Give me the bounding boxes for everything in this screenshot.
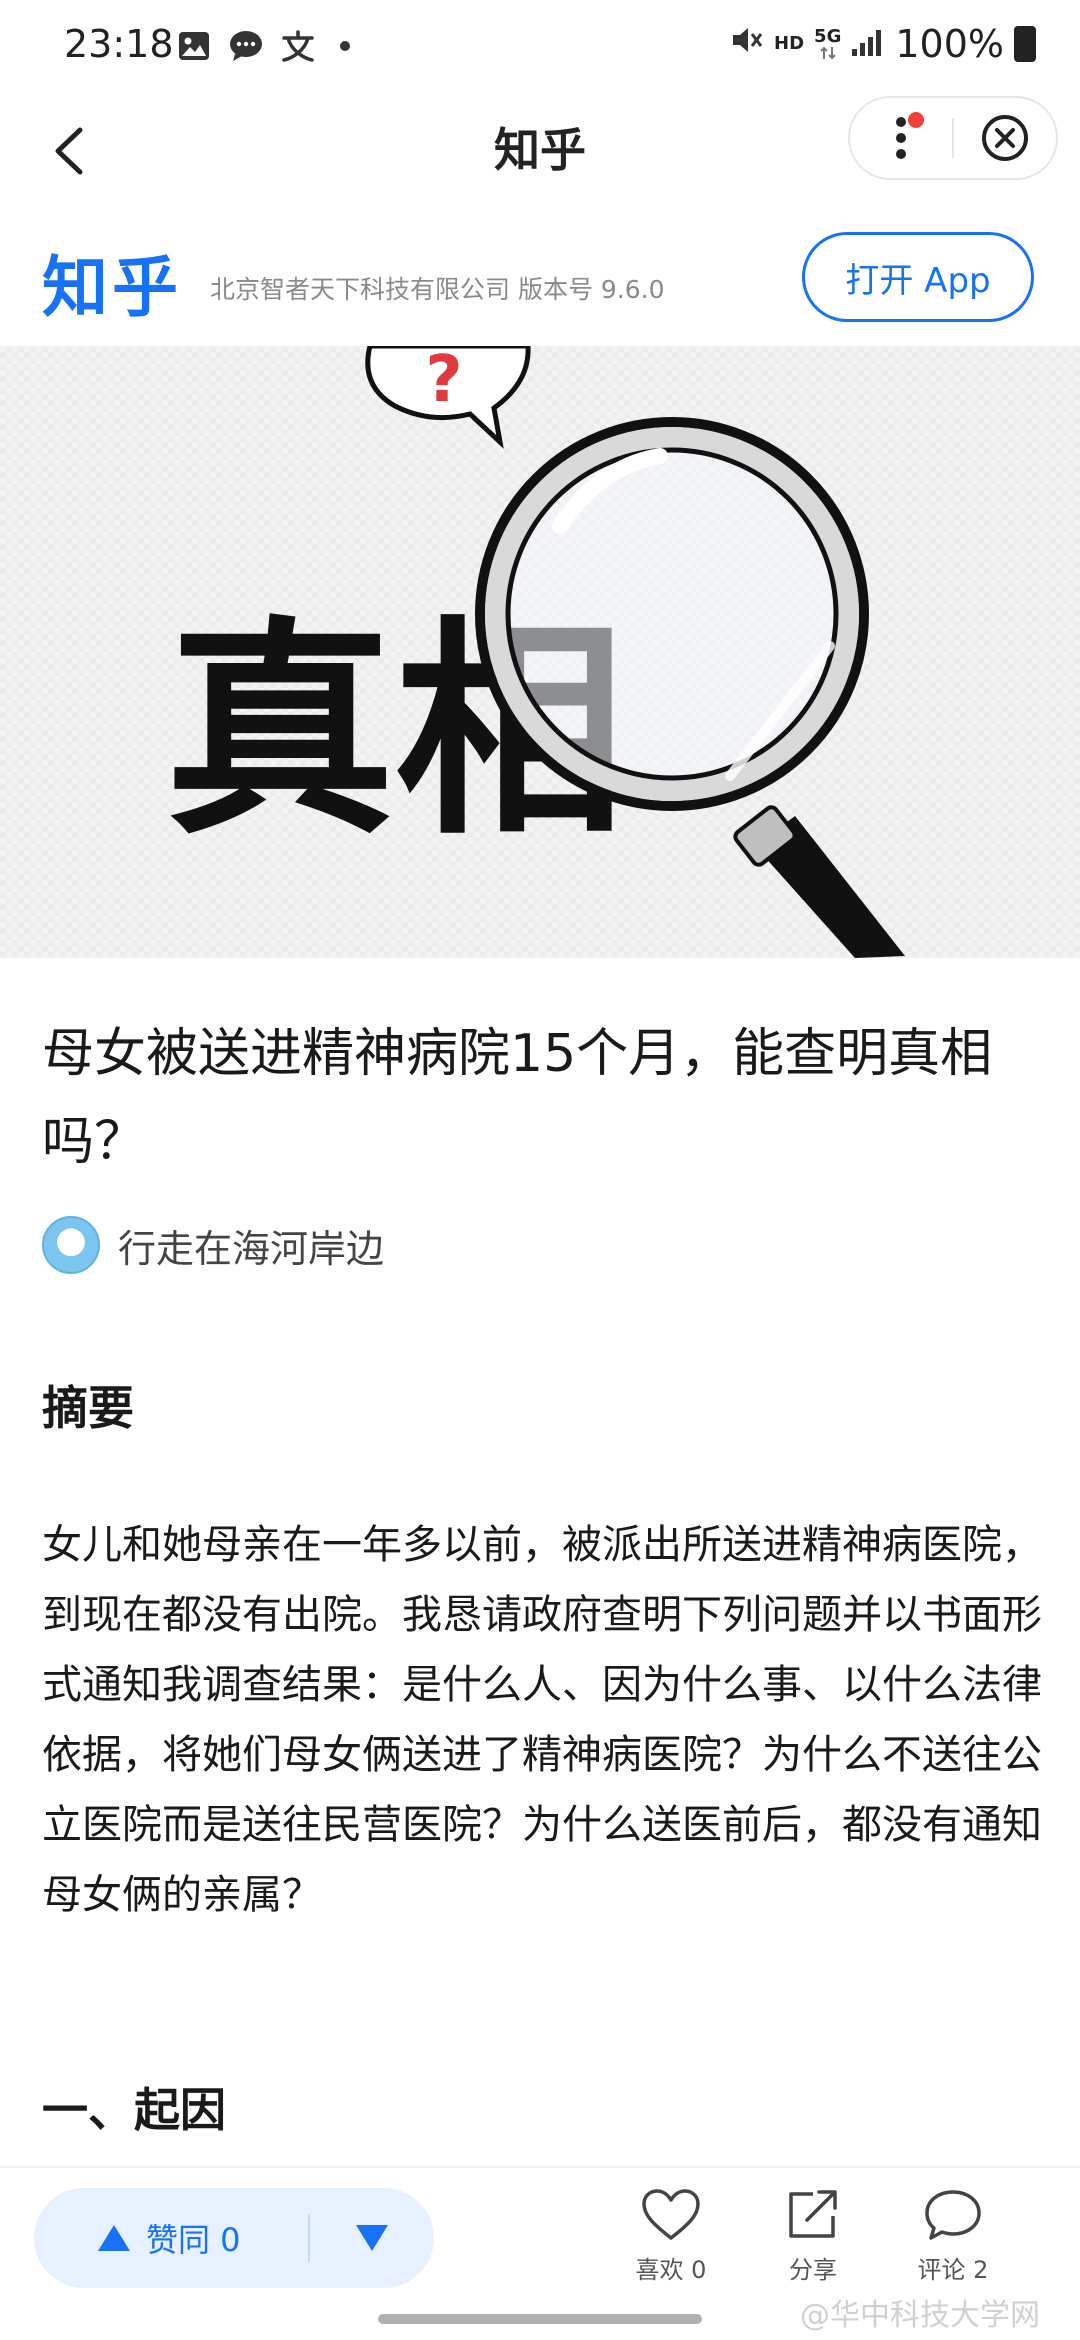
notification-dot	[908, 112, 925, 128]
downvote-button[interactable]	[310, 2188, 434, 2288]
downvote-arrow-icon	[356, 2225, 388, 2251]
section-heading-cause: 一、起因	[42, 2083, 226, 2137]
article-title: 母女被送进精神病院15个月，能查明真相吗？	[42, 1024, 993, 1172]
close-button[interactable]	[954, 96, 1056, 180]
magnifier-handle	[733, 805, 905, 958]
signal-icon	[851, 22, 885, 66]
network-type-label: 5G	[814, 26, 842, 47]
vote-pill: 赞同 0	[34, 2188, 434, 2288]
author-name: 行走在海河岸边	[118, 1226, 385, 1271]
mini-program-capsule	[848, 96, 1058, 180]
author-row[interactable]: 行走在海河岸边	[42, 1216, 384, 1274]
notification-icons	[176, 28, 350, 64]
status-right: HD 5G 100%	[730, 22, 1036, 66]
zhihu-logo: 知乎	[42, 249, 182, 326]
magnifier-lens	[475, 417, 869, 811]
hd-label: HD	[774, 33, 805, 54]
share-icon	[789, 2190, 837, 2238]
like-button[interactable]: 喜欢 0	[616, 2188, 726, 2285]
share-button[interactable]: 分享	[758, 2188, 868, 2285]
summary-text: 女儿和她母亲在一年多以前，被派出所送进精神病医院，到现在都没有出院。我恳请政府查…	[42, 1522, 1042, 1918]
data-arrows-icon	[819, 46, 836, 60]
image-icon	[176, 28, 212, 64]
question-mark-icon: ?	[425, 346, 462, 417]
section-heading-summary: 摘要	[42, 1381, 134, 1435]
more-button[interactable]	[850, 96, 952, 180]
chat-bubble-icon	[228, 28, 264, 64]
more-vertical-icon	[896, 117, 906, 159]
status-bar: 23:18 HD 5G 100%	[0, 0, 1080, 96]
hero-image: ? 真相	[0, 346, 1080, 958]
upvote-button[interactable]: 赞同 0	[34, 2188, 308, 2288]
magnifier-illustration: ? 真相	[165, 346, 905, 958]
heart-icon	[642, 2189, 700, 2240]
share-label: 分享	[789, 2256, 837, 2284]
home-indicator[interactable]	[378, 2314, 702, 2324]
title-bar: 知乎	[0, 96, 1080, 216]
upvote-label: 赞同 0	[146, 2221, 241, 2259]
watermark: @华中科技大学网	[800, 2298, 1040, 2333]
battery-percent: 100%	[895, 22, 1004, 66]
comment-icon	[925, 2190, 981, 2240]
company-version: 北京智者天下科技有限公司 版本号 9.6.0	[210, 275, 665, 304]
comment-button[interactable]: 评论 2	[898, 2188, 1008, 2285]
status-time: 23:18	[64, 22, 174, 66]
mute-icon	[730, 22, 764, 66]
open-app-button[interactable]: 打开 App	[802, 232, 1034, 322]
avatar	[42, 1216, 100, 1274]
more-notifications-dot	[340, 41, 350, 51]
upvote-arrow-icon	[98, 2225, 130, 2251]
alipay-icon	[280, 28, 316, 64]
brand-bar: 知乎 北京智者天下科技有限公司 版本号 9.6.0 打开 App	[0, 220, 1080, 345]
like-label: 喜欢 0	[635, 2256, 707, 2284]
comment-label: 评论 2	[917, 2256, 989, 2284]
close-circle-icon	[981, 115, 1028, 161]
battery-icon	[1014, 26, 1036, 62]
